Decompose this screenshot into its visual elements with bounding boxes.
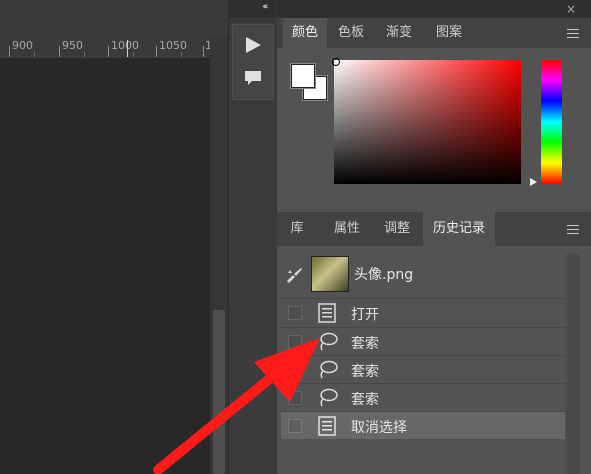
tab-swatches[interactable]: 色板 <box>329 18 373 48</box>
ruler-tick <box>9 46 10 57</box>
lasso-icon <box>318 388 338 411</box>
history-brush-icon <box>287 268 302 283</box>
history-row-selected[interactable]: 取消选择 <box>281 412 565 439</box>
tab-color[interactable]: 颜色 <box>283 18 327 48</box>
ruler-label: 900 <box>12 39 33 52</box>
history-row[interactable]: 套索 <box>281 328 565 355</box>
history-row[interactable]: 打开 <box>281 299 565 326</box>
ruler-tick <box>34 52 35 57</box>
history-row-checkbox[interactable] <box>288 419 302 433</box>
collapse-panels-icon[interactable]: « <box>263 2 268 12</box>
panel-group-header: « <box>263 0 591 18</box>
document-tab-bar <box>0 0 228 36</box>
snapshot-label: 头像.png <box>354 267 414 283</box>
tab-history[interactable]: 历史记录 <box>423 212 495 246</box>
close-icon[interactable]: × <box>566 2 576 16</box>
history-row-checkbox[interactable] <box>288 363 302 377</box>
tab-properties[interactable]: 属性 <box>325 212 369 246</box>
tab-adjustments[interactable]: 调整 <box>375 212 419 246</box>
panel-menu-icon[interactable] <box>567 29 579 38</box>
history-row-label: 打开 <box>351 307 379 323</box>
ruler-label: 1050 <box>159 39 187 52</box>
history-row-checkbox[interactable] <box>288 335 302 349</box>
history-row-checkbox[interactable] <box>288 391 302 405</box>
ruler-tick <box>108 46 109 57</box>
tab-libraries[interactable]: 库 <box>279 212 315 246</box>
history-panel-tabs: 库 属性 调整 历史记录 <box>277 212 591 246</box>
tab-patterns[interactable]: 图案 <box>427 18 471 48</box>
history-row-checkbox[interactable] <box>288 306 302 320</box>
ruler-tick <box>133 52 134 57</box>
panel-menu-icon[interactable] <box>567 225 579 234</box>
history-row-label: 套索 <box>351 364 379 380</box>
color-panel-tabs: 颜色 色板 渐变 图案 <box>277 18 591 48</box>
color-picker-ring[interactable] <box>332 58 340 66</box>
actions-play-button[interactable] <box>244 36 262 57</box>
hue-slider-handle[interactable] <box>530 178 537 186</box>
history-scrollbar[interactable] <box>566 254 580 474</box>
canvas[interactable] <box>0 58 210 474</box>
history-row-label: 取消选择 <box>351 420 407 436</box>
lasso-icon <box>318 360 338 383</box>
scrollbar-thumb[interactable] <box>213 310 225 474</box>
ruler-tick <box>156 46 157 57</box>
ruler-cursor-marker <box>127 40 128 57</box>
hue-slider[interactable] <box>541 60 562 184</box>
document-icon <box>318 416 336 439</box>
play-icon <box>246 37 261 53</box>
ruler-tick <box>59 46 60 57</box>
saturation-brightness-field[interactable] <box>334 60 521 184</box>
foreground-color-swatch[interactable] <box>290 63 316 89</box>
ruler-tick <box>181 52 182 57</box>
dock-empty-area <box>236 104 270 474</box>
document-icon <box>318 303 336 326</box>
history-row-label: 套索 <box>351 336 379 352</box>
history-row-label: 套索 <box>351 392 379 408</box>
dock-header: « <box>228 0 276 18</box>
lasso-icon <box>318 332 338 355</box>
comments-button[interactable] <box>244 70 262 89</box>
ruler-tick <box>84 52 85 57</box>
ruler-label: 950 <box>62 39 83 52</box>
ruler-label: 1000 <box>111 39 139 52</box>
horizontal-ruler: 900 950 1000 1050 1 <box>0 36 212 59</box>
comment-icon <box>245 71 261 85</box>
tab-gradients[interactable]: 渐变 <box>377 18 421 48</box>
snapshot-thumbnail <box>311 256 349 292</box>
history-row[interactable]: 套索 <box>281 384 565 411</box>
history-row[interactable]: 套索 <box>281 356 565 383</box>
ruler-tick <box>203 46 204 57</box>
history-brush-source-icon[interactable] <box>285 267 303 286</box>
